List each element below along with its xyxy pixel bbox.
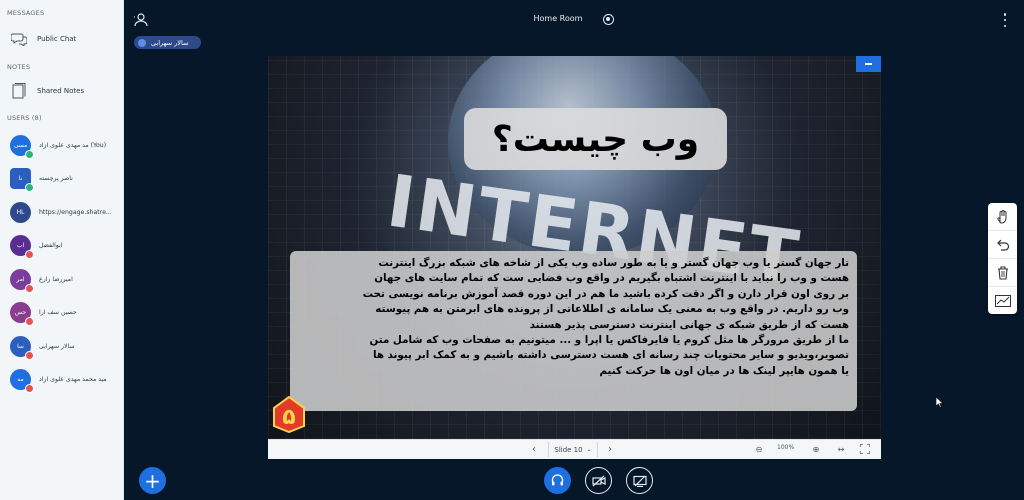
- slide-body: تار جهان گستر یا وب جهان گستر و یا به طو…: [290, 251, 857, 411]
- meeting-title: Home Room: [533, 14, 583, 23]
- audio-button[interactable]: [544, 467, 571, 494]
- avatar-initials: مسی: [13, 141, 28, 149]
- slide-line: ما از طریق مرورگر ها مثل کروم یا فایرفاک…: [369, 334, 849, 347]
- zoom-level: 100%: [777, 444, 795, 451]
- user-name: مد مهدی علوی آزاد (You): [39, 141, 107, 149]
- slide-line: بر روی اون قرار دارن و اگر دقت کرده باشی…: [362, 287, 849, 300]
- messages-header: MESSAGES: [7, 9, 45, 17]
- public-chat-item[interactable]: Public Chat: [0, 26, 123, 52]
- logo: ۵: [273, 395, 305, 434]
- user-name: ابوالفضل: [39, 242, 63, 249]
- notes-icon: [10, 82, 28, 100]
- user-name: ناصر پرچسته: [39, 175, 73, 182]
- slide-line: تار جهان گستر یا وب جهان گستر و یا به طو…: [378, 257, 849, 269]
- chevron-down-icon: ⌄: [586, 446, 592, 453]
- presenter-name: سالار سهرابی: [151, 38, 189, 47]
- avatar: HL: [10, 201, 31, 223]
- actions-plus-button[interactable]: +: [139, 467, 166, 494]
- avatar: اب: [10, 235, 34, 259]
- users-header: USERS (8): [7, 114, 42, 122]
- record-icon[interactable]: [603, 14, 614, 25]
- trash-icon[interactable]: [988, 259, 1017, 287]
- user-list-item[interactable]: اب ابوالفضل: [0, 231, 123, 261]
- next-slide-button[interactable]: ›: [603, 442, 617, 456]
- slide-line: وب رو داریم. در واقع وب به معنی یک سامان…: [375, 303, 849, 316]
- shared-notes-item[interactable]: Shared Notes: [0, 78, 123, 104]
- minimize-presentation-button[interactable]: [856, 56, 881, 72]
- user-list-item[interactable]: مه مید محمد مهدی علوی آزاد: [0, 365, 123, 395]
- shared-notes-label: Shared Notes: [37, 87, 85, 95]
- user-list-item[interactable]: امر امیررضا زارع: [0, 264, 123, 294]
- avatar-initials: امر: [16, 275, 25, 283]
- screenshare-off-icon: [632, 475, 647, 487]
- audio-listen-icon: [25, 183, 34, 192]
- chat-icon: [10, 30, 28, 48]
- hand-tool-icon[interactable]: [988, 203, 1017, 231]
- audio-listen-icon: [25, 149, 34, 159]
- whiteboard-toolbar: [988, 203, 1017, 314]
- avatar-initials: نا: [18, 175, 23, 182]
- slide-title-box: وب چیست؟: [464, 108, 727, 170]
- avatar-initials: سا: [17, 342, 24, 350]
- user-name: سالار سهرابی: [39, 342, 75, 350]
- user-list-item[interactable]: حس حسین سف آرا: [0, 298, 123, 328]
- microphone-icon: [138, 38, 146, 47]
- zoom-in-button[interactable]: ⊕: [809, 442, 823, 456]
- video-off-icon: [591, 475, 606, 486]
- slide-line: یا همون هایپر لینک ها در میان اون ها حرک…: [599, 364, 849, 377]
- slide-line: هست که از طریق شبکه ی جهانی اینترنت دستر…: [529, 318, 849, 331]
- zoom-out-button[interactable]: ⊖: [752, 442, 766, 456]
- user-name: حسین سف آرا: [39, 309, 77, 316]
- avatar-initials: اب: [16, 242, 25, 249]
- notes-header: NOTES: [7, 63, 31, 71]
- avatar: مه: [10, 369, 34, 393]
- fit-width-button[interactable]: ↔: [834, 442, 848, 456]
- avatar: امر: [10, 268, 34, 293]
- user-name: امیررضا زارع: [39, 275, 73, 283]
- user-sidebar: MESSAGES Public Chat NOTES Shared Notes …: [0, 0, 124, 500]
- video-button[interactable]: [585, 467, 612, 494]
- user-list-item[interactable]: HL https://engage.shatre...: [0, 197, 123, 227]
- user-name: مید محمد مهدی علوی آزاد: [39, 376, 107, 383]
- slide-number-label: Slide 10: [554, 445, 583, 454]
- user-name: https://engage.shatre...: [39, 208, 112, 216]
- microphone-muted-icon: [25, 384, 34, 393]
- user-list-item[interactable]: مسی مد مهدی علوی آزاد (You): [0, 130, 123, 160]
- presentation-toolbar: ‹ Slide 10 ⌄ › ⊖ 100% ⊕ ↔: [268, 439, 881, 459]
- user-list-item[interactable]: سا سالار سهرابی: [0, 331, 123, 361]
- options-menu-icon[interactable]: [1002, 13, 1008, 27]
- public-chat-label: Public Chat: [37, 35, 77, 43]
- avatar-initials: حس: [14, 309, 27, 316]
- slide-line: هست و وب را نباید با اینترنت اشتباه بگیر…: [374, 272, 849, 285]
- mouse-cursor: [936, 397, 944, 408]
- undo-icon[interactable]: [988, 231, 1017, 259]
- svg-text:۵: ۵: [282, 405, 295, 430]
- screenshare-button[interactable]: [626, 467, 653, 494]
- slide-selector[interactable]: Slide 10 ⌄: [548, 442, 598, 457]
- manage-users-icon[interactable]: [134, 12, 150, 28]
- avatar: حس: [10, 302, 34, 326]
- chart-icon[interactable]: [988, 287, 1017, 314]
- microphone-muted-icon: [25, 350, 34, 360]
- fullscreen-button[interactable]: [858, 442, 872, 456]
- avatar: مسی: [10, 134, 34, 159]
- avatar: سا: [10, 335, 34, 360]
- avatar-initials: مه: [17, 376, 24, 383]
- talking-indicator: سالار سهرابی: [134, 36, 201, 49]
- slide-title: وب چیست؟: [491, 118, 700, 160]
- presentation-slide: INTERNET وب چیست؟ تار جهان گستر یا وب جه…: [268, 56, 881, 439]
- user-list-item[interactable]: نا ناصر پرچسته: [0, 164, 123, 194]
- avatar-initials: HL: [16, 208, 25, 216]
- slide-line: تصویر،ویدیو و سایر محتویات چند رسانه ای …: [372, 349, 849, 362]
- previous-slide-button[interactable]: ‹: [527, 442, 541, 456]
- headphones-icon: [551, 474, 564, 486]
- microphone-muted-icon: [25, 317, 34, 326]
- microphone-muted-icon: [25, 250, 34, 259]
- microphone-muted-icon: [25, 283, 34, 293]
- avatar: نا: [10, 168, 34, 192]
